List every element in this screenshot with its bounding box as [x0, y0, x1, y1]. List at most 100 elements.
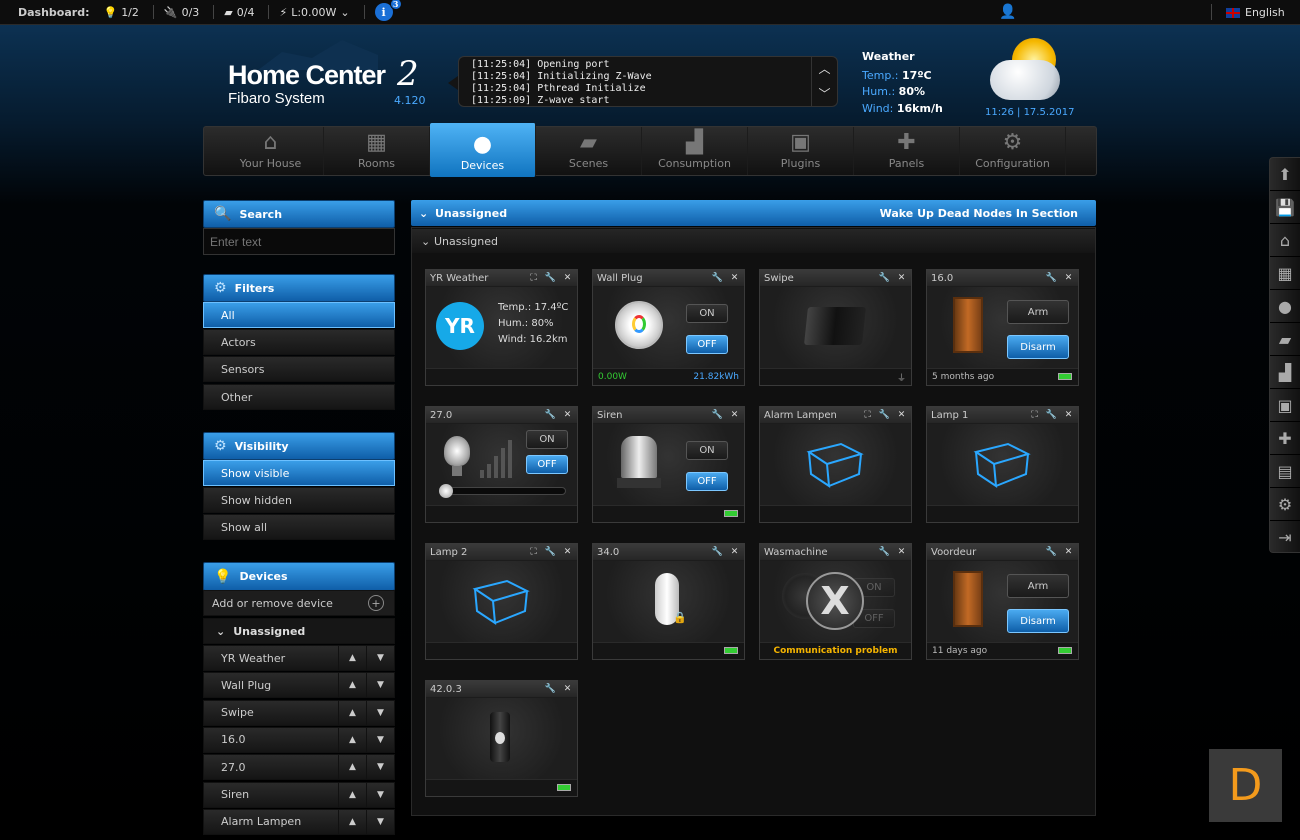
visibility-show-hidden[interactable]: Show hidden — [203, 487, 395, 513]
puzzle-icon[interactable]: ✚ — [1270, 422, 1300, 455]
wrench-icon[interactable]: 🔧 — [710, 271, 725, 285]
device-list-item[interactable]: 16.0 ▲ ▼ — [203, 726, 395, 753]
wrench-icon[interactable]: 🔧 — [1044, 271, 1059, 285]
info-icon[interactable]: i3 — [374, 0, 402, 21]
off-button[interactable]: OFF — [686, 472, 728, 491]
arrow-up-icon[interactable]: ⬆ — [1270, 158, 1300, 191]
visibility-show-visible[interactable]: Show visible — [203, 460, 395, 486]
close-icon[interactable]: ✕ — [1061, 408, 1076, 422]
filter-actors[interactable]: Actors — [203, 329, 395, 355]
filter-all[interactable]: All — [203, 302, 395, 328]
devices-section-unassigned[interactable]: ⌄ Unassigned — [203, 618, 395, 644]
add-remove-device[interactable]: Add or remove device + — [203, 590, 395, 616]
wake-up-dead-nodes-link[interactable]: Wake Up Dead Nodes In Section — [880, 207, 1078, 220]
arm-button[interactable]: Arm — [1007, 574, 1069, 598]
device-list-item[interactable]: Wall Plug ▲ ▼ — [203, 672, 395, 699]
off-button[interactable]: OFF — [526, 455, 568, 474]
close-icon[interactable]: ✕ — [1061, 271, 1076, 285]
device-list-item[interactable]: Alarm Lampen ▲ ▼ — [203, 808, 395, 835]
nav-tab-panels[interactable]: ✚ Panels — [854, 127, 960, 175]
visibility-show-all[interactable]: Show all — [203, 514, 395, 540]
language-selector[interactable]: English — [1226, 6, 1285, 19]
device-list-item[interactable]: Swipe ▲ ▼ — [203, 699, 395, 726]
move-down-icon[interactable]: ▼ — [366, 782, 394, 807]
move-down-icon[interactable]: ▼ — [366, 809, 394, 834]
chevron-down-icon[interactable]: ﹀ — [818, 88, 830, 100]
close-icon[interactable]: ✕ — [560, 271, 575, 285]
dimmer-slider[interactable] — [439, 484, 566, 498]
filter-sensors[interactable]: Sensors — [203, 356, 395, 382]
on-button[interactable]: ON — [526, 430, 568, 449]
wrench-icon[interactable]: 🔧 — [1044, 408, 1059, 422]
close-icon[interactable]: ✕ — [560, 682, 575, 696]
clapper-icon[interactable]: ▰ — [1270, 323, 1300, 356]
plugs-status[interactable]: 🔌 0/3 — [164, 6, 199, 19]
nav-tab-rooms[interactable]: ▦ Rooms — [324, 127, 430, 175]
blinds-status[interactable]: ▰ 0/4 — [224, 6, 254, 19]
wrench-icon[interactable]: 🔧 — [543, 682, 558, 696]
resize-icon[interactable]: ⛶ — [526, 271, 541, 285]
save-icon[interactable]: 💾 — [1270, 191, 1300, 224]
move-up-icon[interactable]: ▲ — [338, 755, 366, 780]
close-icon[interactable]: ✕ — [560, 408, 575, 422]
nav-tab-devices[interactable]: ● Devices — [430, 123, 536, 177]
move-down-icon[interactable]: ▼ — [366, 727, 394, 752]
close-icon[interactable]: ✕ — [560, 545, 575, 559]
off-button[interactable]: OFF — [686, 335, 728, 354]
house-icon[interactable]: ⌂ — [1270, 224, 1300, 257]
arm-button[interactable]: Arm — [1007, 300, 1069, 324]
logout-icon[interactable]: ⇥ — [1270, 521, 1300, 554]
nav-tab-scenes[interactable]: ▰ Scenes — [536, 127, 642, 175]
power-status[interactable]: ⚡ L:0.00W ⌄ — [279, 6, 349, 19]
disarm-button[interactable]: Disarm — [1007, 335, 1069, 359]
close-icon[interactable]: ✕ — [727, 545, 742, 559]
move-up-icon[interactable]: ▲ — [338, 727, 366, 752]
room-subheader[interactable]: ⌄ Unassigned — [412, 229, 1095, 253]
move-up-icon[interactable]: ▲ — [338, 809, 366, 834]
lights-status[interactable]: 💡 1/2 — [103, 6, 138, 19]
device-list-item[interactable]: Siren ▲ ▼ — [203, 781, 395, 808]
on-button[interactable]: ON — [686, 441, 728, 460]
chevron-up-icon[interactable]: ︿ — [818, 63, 830, 75]
close-icon[interactable]: ✕ — [894, 271, 909, 285]
wrench-icon[interactable]: 🔧 — [543, 545, 558, 559]
move-down-icon[interactable]: ▼ — [366, 646, 394, 670]
move-up-icon[interactable]: ▲ — [338, 673, 366, 698]
wrench-icon[interactable]: 🔧 — [877, 545, 892, 559]
move-up-icon[interactable]: ▲ — [338, 782, 366, 807]
wrench-icon[interactable]: 🔧 — [877, 271, 892, 285]
move-up-icon[interactable]: ▲ — [338, 700, 366, 725]
user-icon[interactable]: 👤 — [999, 4, 1016, 20]
slider-handle[interactable] — [439, 484, 453, 498]
resize-icon[interactable]: ⛶ — [860, 408, 875, 422]
wrench-icon[interactable]: 🔧 — [1044, 545, 1059, 559]
close-icon[interactable]: ✕ — [1061, 545, 1076, 559]
nav-tab-plugins[interactable]: ▣ Plugins — [748, 127, 854, 175]
nav-tab-configuration[interactable]: ⚙ Configuration — [960, 127, 1066, 175]
bulb-icon[interactable]: ● — [1270, 290, 1300, 323]
wrench-icon[interactable]: 🔧 — [543, 271, 558, 285]
close-icon[interactable]: ✕ — [727, 408, 742, 422]
close-icon[interactable]: ✕ — [727, 271, 742, 285]
filter-other[interactable]: Other — [203, 384, 395, 410]
move-down-icon[interactable]: ▼ — [366, 700, 394, 725]
nav-tab-consumption[interactable]: ▟ Consumption — [642, 127, 748, 175]
disarm-button[interactable]: Disarm — [1007, 609, 1069, 633]
calendar-check-icon[interactable]: ▤ — [1270, 455, 1300, 488]
wrench-icon[interactable]: 🔧 — [710, 545, 725, 559]
move-down-icon[interactable]: ▼ — [366, 673, 394, 698]
wrench-icon[interactable]: 🔧 — [543, 408, 558, 422]
nav-tab-your-house[interactable]: ⌂ Your House — [218, 127, 324, 175]
device-list-item[interactable]: YR Weather ▲ ▼ — [203, 645, 395, 671]
section-header[interactable]: ⌄ Unassigned Wake Up Dead Nodes In Section — [411, 200, 1096, 226]
search-input[interactable] — [203, 228, 395, 255]
wrench-icon[interactable]: 🔧 — [710, 408, 725, 422]
move-down-icon[interactable]: ▼ — [366, 755, 394, 780]
on-button[interactable]: ON — [686, 304, 728, 323]
resize-icon[interactable]: ⛶ — [1027, 408, 1042, 422]
move-up-icon[interactable]: ▲ — [338, 646, 366, 670]
wrench-icon[interactable]: 🔧 — [877, 408, 892, 422]
rooms-icon[interactable]: ▦ — [1270, 257, 1300, 290]
chart-icon[interactable]: ▟ — [1270, 356, 1300, 389]
device-list-item[interactable]: 27.0 ▲ ▼ — [203, 754, 395, 781]
